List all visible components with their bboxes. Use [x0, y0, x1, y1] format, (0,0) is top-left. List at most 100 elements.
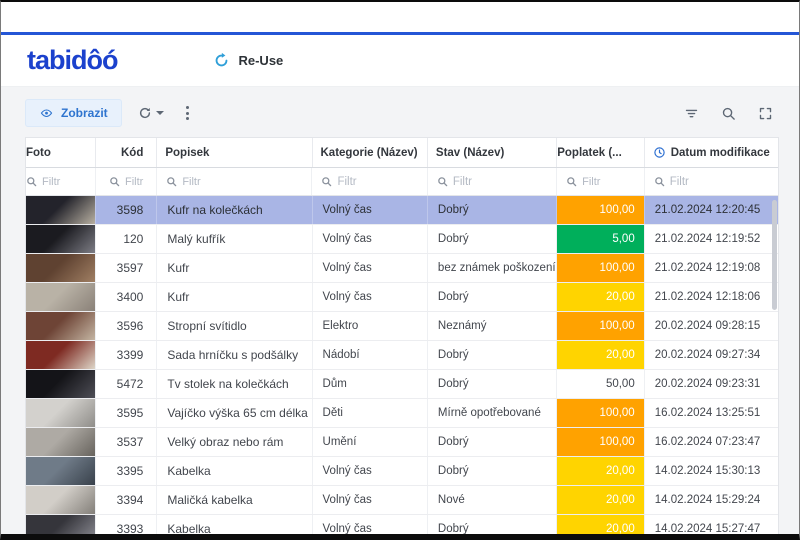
- data-grid: Foto Kód Popisek Kategorie (Název) Stav …: [25, 137, 779, 534]
- fee-badge: 20,00: [557, 515, 643, 534]
- table-row[interactable]: 3537Velký obraz nebo rámUměníDobrý100,00…: [26, 428, 778, 457]
- table-row[interactable]: 3395KabelkaVolný časDobrý20,0014.02.2024…: [26, 457, 778, 486]
- cell-popisek: Kufr na kolečkách: [157, 196, 312, 224]
- column-header-kategorie[interactable]: Kategorie (Název): [313, 138, 428, 167]
- cell-datum-modifikace: 16.02.2024 13:25:51: [645, 399, 778, 427]
- filter-input-popisek[interactable]: Filtr: [157, 168, 312, 195]
- fullscreen-icon[interactable]: [758, 106, 773, 121]
- cell-stav: Mírně opotřebované: [428, 399, 557, 427]
- modified-date-icon: [653, 146, 666, 159]
- table-row[interactable]: 3400KufrVolný časDobrý20,0021.02.2024 12…: [26, 283, 778, 312]
- cell-datum-modifikace: 20.02.2024 09:28:15: [645, 312, 778, 340]
- cell-poplatek: 20,00: [557, 457, 644, 485]
- search-button[interactable]: [721, 106, 736, 121]
- column-header-kod[interactable]: Kód: [96, 138, 158, 167]
- eye-icon: [39, 107, 54, 120]
- filter-input-poplatek[interactable]: Filtr: [557, 168, 645, 195]
- filter-input-stav[interactable]: Filtr: [428, 168, 557, 195]
- cell-kategorie: Volný čas: [313, 457, 428, 485]
- table-row[interactable]: 3598Kufr na kolečkáchVolný časDobrý100,0…: [26, 196, 778, 225]
- fee-badge: 100,00: [557, 399, 643, 427]
- table-row[interactable]: 3595Vajíčko výška 65 cm délka ...DětiMír…: [26, 399, 778, 428]
- cell-code: 3598: [96, 196, 158, 224]
- item-photo: [26, 515, 95, 534]
- cell-kategorie: Volný čas: [313, 225, 428, 253]
- filter-input-foto[interactable]: Filtr: [26, 168, 96, 195]
- table-row[interactable]: 3596Stropní svítidloElektroNeznámý100,00…: [26, 312, 778, 341]
- cell-datum-modifikace: 21.02.2024 12:20:45: [645, 196, 778, 224]
- table-row[interactable]: 3399Sada hrníčku s podšálkyNádobíDobrý20…: [26, 341, 778, 370]
- filter-button[interactable]: [684, 106, 699, 121]
- refresh-button[interactable]: [138, 106, 164, 120]
- cell-poplatek: 100,00: [557, 399, 644, 427]
- cell-code: 3597: [96, 254, 158, 282]
- cell-code: 3394: [96, 486, 158, 514]
- cell-code: 3537: [96, 428, 158, 456]
- column-header-poplatek[interactable]: Poplatek (...: [557, 138, 644, 167]
- filter-placeholder: Filtr: [182, 176, 200, 188]
- cell-poplatek: 20,00: [557, 341, 644, 369]
- cell-code: 5472: [96, 370, 158, 398]
- filter-input-kod[interactable]: Filtr: [96, 168, 158, 195]
- cell-stav: Dobrý: [428, 341, 557, 369]
- column-header-stav[interactable]: Stav (Název): [428, 138, 557, 167]
- filter-input-kategorie[interactable]: Filtr: [312, 168, 427, 195]
- app-window: tabidôó Re-Use Zobrazit: [0, 0, 800, 540]
- fee-badge: 100,00: [557, 254, 643, 282]
- cell-datum-modifikace: 14.02.2024 15:29:24: [645, 486, 778, 514]
- filter-input-datum[interactable]: Filtr: [645, 168, 778, 195]
- table-row[interactable]: 3394Maličká kabelkaVolný časNové20,0014.…: [26, 486, 778, 515]
- filter-placeholder: Filtr: [453, 176, 472, 188]
- filter-placeholder: Filtr: [125, 176, 143, 188]
- cell-poplatek: 20,00: [557, 486, 644, 514]
- column-header-datum[interactable]: Datum modifikace: [645, 138, 778, 167]
- item-photo: [26, 283, 95, 311]
- cell-code: 3393: [96, 515, 158, 534]
- cell-popisek: Stropní svítidlo: [157, 312, 312, 340]
- cell-photo: [26, 486, 96, 514]
- cell-stav: Neznámý: [428, 312, 557, 340]
- column-header-foto[interactable]: Foto: [26, 138, 96, 167]
- fee-badge: 20,00: [557, 486, 643, 514]
- cell-poplatek: 20,00: [557, 515, 644, 534]
- cell-photo: [26, 225, 96, 253]
- show-button[interactable]: Zobrazit: [25, 99, 122, 127]
- cell-popisek: Tv stolek na kolečkách: [157, 370, 312, 398]
- table-row[interactable]: 5472Tv stolek na kolečkáchDůmDobrý50,002…: [26, 370, 778, 399]
- cell-popisek: Kufr: [157, 283, 312, 311]
- cell-stav: Dobrý: [428, 283, 557, 311]
- vertical-scrollbar-thumb[interactable]: [772, 200, 777, 310]
- tab-re-use[interactable]: Re-Use: [213, 52, 283, 69]
- table-header-row: Foto Kód Popisek Kategorie (Název) Stav …: [26, 138, 778, 168]
- cell-stav: bez známek poškození: [428, 254, 557, 282]
- table-row[interactable]: 120Malý kufříkVolný časDobrý5,0021.02.20…: [26, 225, 778, 254]
- cell-photo: [26, 283, 96, 311]
- more-options-button[interactable]: [180, 104, 195, 122]
- cell-datum-modifikace: 21.02.2024 12:19:08: [645, 254, 778, 282]
- reuse-icon: [213, 52, 230, 69]
- cell-photo: [26, 341, 96, 369]
- cell-kategorie: Dům: [313, 370, 428, 398]
- cell-photo: [26, 254, 96, 282]
- table-row[interactable]: 3597KufrVolný časbez známek poškození100…: [26, 254, 778, 283]
- cell-photo: [26, 370, 96, 398]
- item-photo: [26, 225, 95, 253]
- table-row[interactable]: 3393KabelkaVolný časDobrý20,0014.02.2024…: [26, 515, 778, 534]
- item-photo: [26, 341, 95, 369]
- cell-kategorie: Děti: [313, 399, 428, 427]
- cell-stav: Dobrý: [428, 515, 557, 534]
- cell-kategorie: Umění: [313, 428, 428, 456]
- column-header-popisek[interactable]: Popisek: [157, 138, 312, 167]
- cell-datum-modifikace: 20.02.2024 09:27:34: [645, 341, 778, 369]
- cell-popisek: Velký obraz nebo rám: [157, 428, 312, 456]
- tab-label: Re-Use: [238, 53, 283, 68]
- chevron-down-icon: [156, 111, 164, 115]
- cell-photo: [26, 312, 96, 340]
- cell-popisek: Kufr: [157, 254, 312, 282]
- cell-poplatek: 100,00: [557, 312, 644, 340]
- cell-kategorie: Volný čas: [313, 486, 428, 514]
- cell-kategorie: Nádobí: [313, 341, 428, 369]
- fee-badge: 5,00: [557, 225, 643, 253]
- refresh-icon: [138, 106, 152, 120]
- cell-kategorie: Volný čas: [313, 515, 428, 534]
